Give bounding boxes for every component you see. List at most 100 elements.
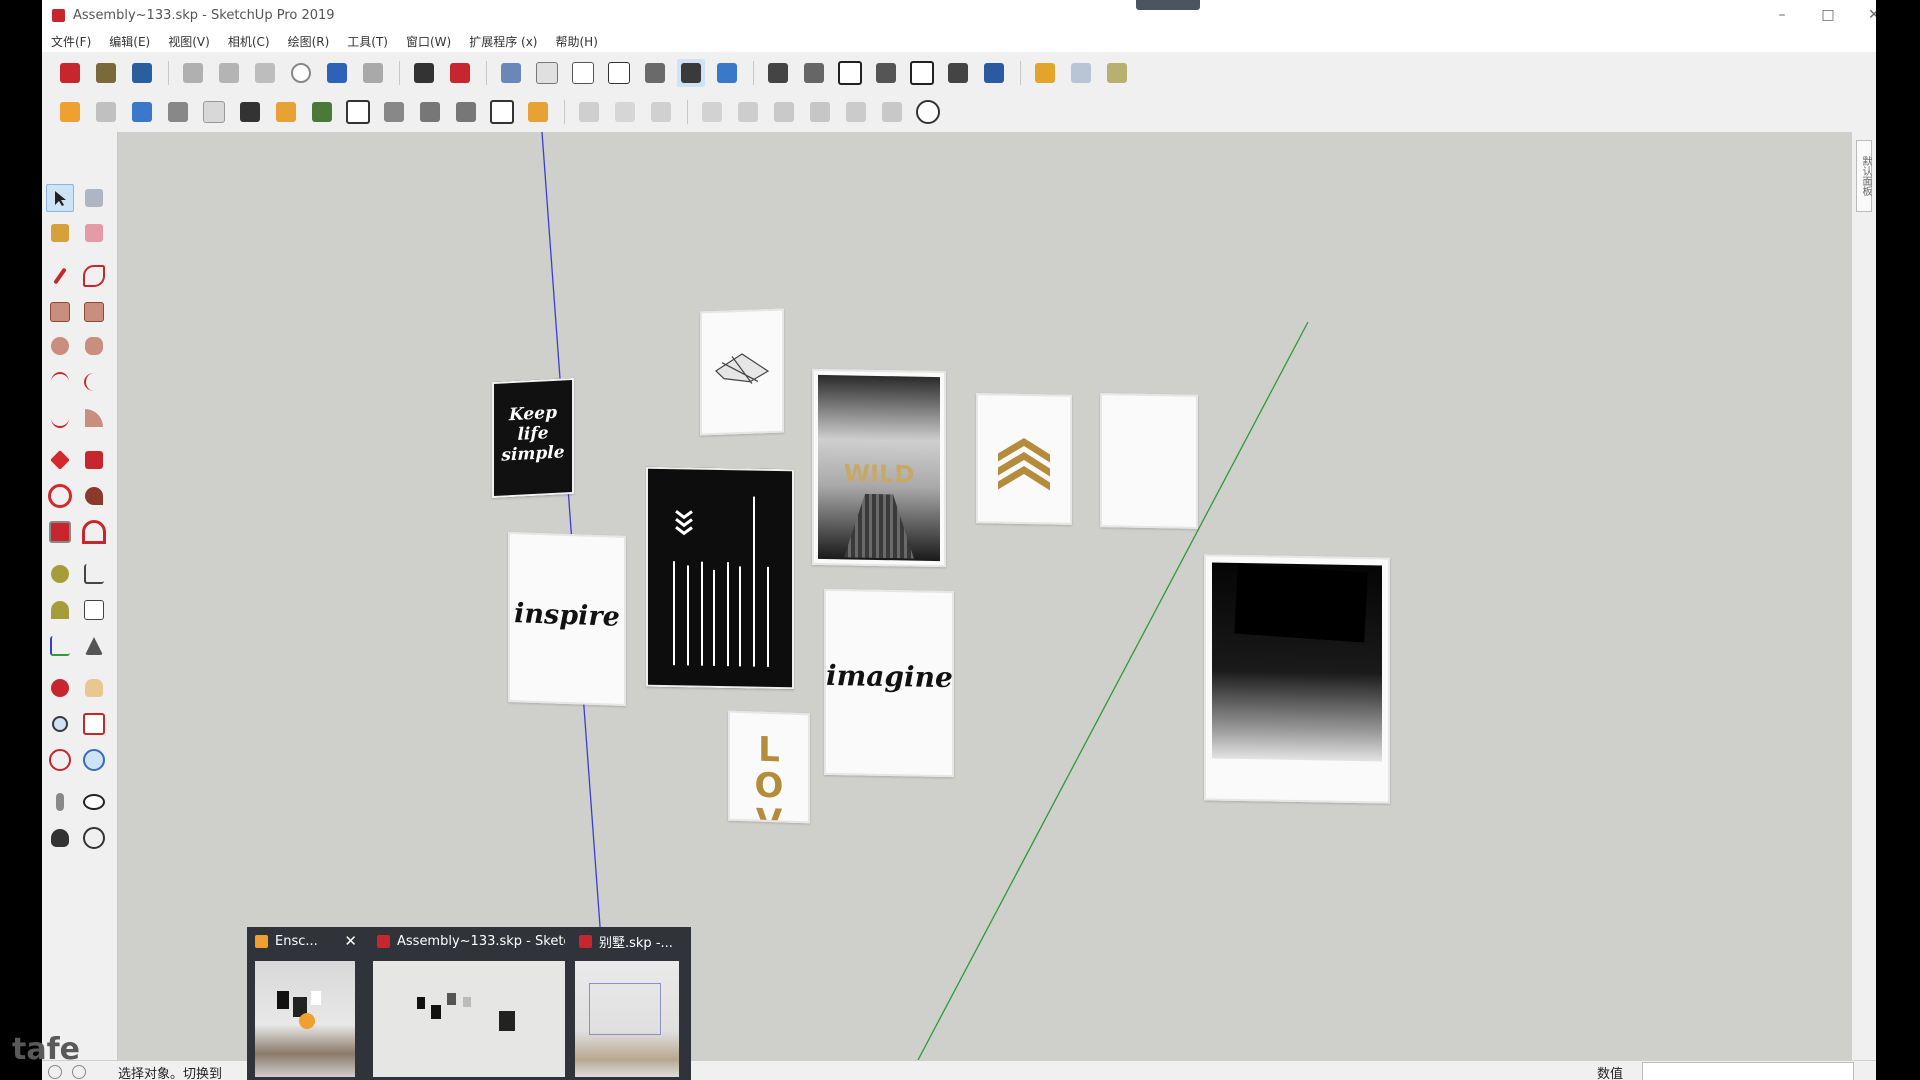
back-view-button[interactable]	[908, 59, 936, 87]
plugin-tool-2[interactable]	[611, 98, 639, 126]
two-point-arc-tool[interactable]	[80, 368, 108, 396]
taskbar-preview-villa[interactable]: 别墅.skp -...	[571, 927, 687, 1080]
circle-tool[interactable]	[46, 332, 74, 360]
three-point-arc-tool[interactable]	[46, 404, 74, 432]
zoom-window-tool[interactable]	[80, 710, 108, 738]
info-status-icon[interactable]	[72, 1065, 86, 1079]
menu-draw[interactable]: 绘图(R)	[279, 33, 339, 50]
3d-warehouse-button[interactable]	[1031, 59, 1059, 87]
menu-file[interactable]: 文件(F)	[42, 33, 100, 50]
zoom-tool[interactable]	[46, 710, 74, 738]
artwork-abstract-squares[interactable]	[1204, 554, 1390, 804]
shaded-textures-style-button[interactable]	[677, 59, 705, 87]
top-view-button[interactable]	[800, 59, 828, 87]
erase-button[interactable]	[287, 59, 315, 87]
rotated-rectangle-tool[interactable]	[80, 298, 108, 326]
section-plane-tool[interactable]	[80, 824, 108, 852]
plugin-tool-1[interactable]	[575, 98, 603, 126]
follow-me-tool[interactable]	[80, 482, 108, 510]
component-button[interactable]	[1067, 59, 1095, 87]
open-file-button[interactable]	[92, 59, 120, 87]
artwork-black-lines[interactable]	[646, 466, 794, 690]
paste-button[interactable]	[251, 59, 279, 87]
geo-location-button[interactable]	[914, 98, 942, 126]
cut-button[interactable]	[179, 59, 207, 87]
look-around-tool[interactable]	[80, 788, 108, 816]
rectangle-tool[interactable]	[46, 298, 74, 326]
taskbar-preview-assembly[interactable]: Assembly~133.skp - Sketc...	[369, 927, 565, 1080]
enscape-screenshot-button[interactable]	[200, 98, 228, 126]
scale-tool[interactable]	[46, 518, 74, 546]
enscape-vegetation-button[interactable]	[308, 98, 336, 126]
menu-window[interactable]: 窗口(W)	[397, 33, 460, 50]
xray-style-button[interactable]	[497, 59, 525, 87]
text-tool[interactable]	[80, 596, 108, 624]
redo-button[interactable]	[359, 59, 387, 87]
plugin-tool-8[interactable]	[842, 98, 870, 126]
3d-text-tool[interactable]	[80, 632, 108, 660]
paint-bucket-tool[interactable]	[46, 219, 74, 247]
plugin-tool-4[interactable]	[698, 98, 726, 126]
select-tool[interactable]	[46, 184, 74, 212]
tape-measure-tool[interactable]	[46, 560, 74, 588]
geo-status-icon[interactable]	[48, 1065, 62, 1079]
move-tool[interactable]	[46, 446, 74, 474]
measurements-input[interactable]	[1642, 1062, 1854, 1080]
extension-warehouse-button[interactable]	[1103, 59, 1131, 87]
front-view-button[interactable]	[836, 59, 864, 87]
push-pull-tool[interactable]	[80, 446, 108, 474]
plugin-tool-6[interactable]	[770, 98, 798, 126]
offset-tool[interactable]	[80, 518, 108, 546]
artwork-love[interactable]: LO VE	[728, 710, 810, 824]
undo-button[interactable]	[323, 59, 351, 87]
back-edges-style-button[interactable]	[533, 59, 561, 87]
enscape-settings-button[interactable]	[344, 98, 372, 126]
iso-view-button[interactable]	[764, 59, 792, 87]
artwork-imagine[interactable]: imagine	[824, 588, 954, 778]
zoom-extents-tool[interactable]	[46, 746, 74, 774]
position-camera-tool[interactable]	[46, 788, 74, 816]
artwork-inspire[interactable]: inspire	[508, 531, 626, 707]
copy-button[interactable]	[215, 59, 243, 87]
protractor-tool[interactable]	[46, 596, 74, 624]
preview-close-icon[interactable]: ✕	[344, 932, 357, 950]
enscape-visual-settings-button[interactable]	[416, 98, 444, 126]
menu-camera[interactable]: 相机(C)	[219, 33, 279, 50]
enscape-vr-button[interactable]	[236, 98, 264, 126]
enscape-audio-button[interactable]	[380, 98, 408, 126]
menu-edit[interactable]: 编辑(E)	[100, 33, 159, 50]
plugin-tool-5[interactable]	[734, 98, 762, 126]
axes-tool[interactable]	[46, 632, 74, 660]
enscape-asset-button[interactable]	[272, 98, 300, 126]
model-viewport[interactable]: Keep life simple WILD inspire imagine LO…	[118, 132, 1852, 1060]
orbit-tool[interactable]	[46, 674, 74, 702]
left-view-button[interactable]	[944, 59, 972, 87]
polygon-tool[interactable]	[80, 332, 108, 360]
artwork-blank-frame[interactable]	[1100, 393, 1198, 529]
menu-extensions[interactable]: 扩展程序 (x)	[460, 33, 546, 50]
artwork-wild-pier[interactable]: WILD	[812, 368, 946, 568]
minimize-button[interactable]: –	[1759, 0, 1805, 30]
enscape-start-button[interactable]	[56, 98, 84, 126]
save-button[interactable]	[128, 59, 156, 87]
right-view-button[interactable]	[872, 59, 900, 87]
line-tool[interactable]	[46, 262, 74, 290]
make-component-tool[interactable]	[80, 184, 108, 212]
menu-view[interactable]: 视图(V)	[159, 33, 219, 50]
menu-help[interactable]: 帮助(H)	[546, 33, 606, 50]
model-info-button[interactable]	[446, 59, 474, 87]
fredo-button[interactable]	[980, 59, 1008, 87]
artwork-gold-chevrons[interactable]	[976, 393, 1072, 525]
freehand-tool[interactable]	[80, 262, 108, 290]
enscape-feedback-button[interactable]	[488, 98, 516, 126]
wireframe-style-button[interactable]	[569, 59, 597, 87]
default-tray-tab[interactable]: 默认面板	[1856, 140, 1872, 212]
eraser-tool[interactable]	[80, 219, 108, 247]
enscape-about-button[interactable]	[524, 98, 552, 126]
print-button[interactable]	[410, 59, 438, 87]
enscape-general-settings-button[interactable]	[452, 98, 480, 126]
maximize-button[interactable]: □	[1805, 0, 1851, 30]
previous-view-tool[interactable]	[80, 746, 108, 774]
artwork-abstract-sketch[interactable]	[700, 308, 784, 436]
new-file-button[interactable]	[56, 59, 84, 87]
